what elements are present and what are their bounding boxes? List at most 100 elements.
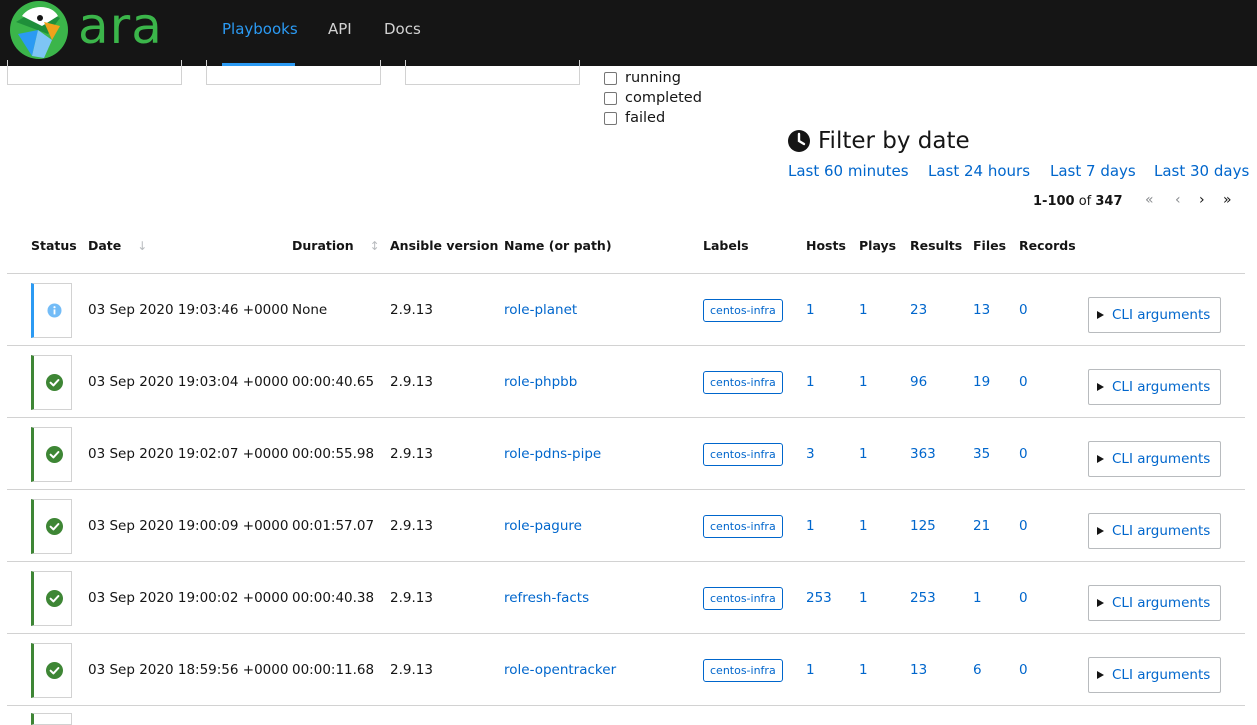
nav-docs[interactable]: Docs [384, 20, 421, 38]
cell-records-link[interactable]: 0 [1019, 346, 1028, 418]
cell-name-link[interactable]: role-phpbb [504, 346, 577, 418]
cell-files-link[interactable]: 6 [973, 634, 982, 706]
label-chip[interactable]: centos-infra [703, 370, 783, 394]
cell-ansible-version: 2.9.13 [390, 662, 433, 678]
cell-duration: 00:00:40.65 [292, 374, 375, 390]
caret-right-icon [1097, 527, 1104, 535]
header-duration[interactable]: Duration ↕ [292, 238, 380, 253]
status-filter-completed[interactable]: completed [604, 88, 702, 108]
status-indicator[interactable] [31, 643, 72, 698]
status-indicator[interactable] [31, 355, 72, 410]
cell-files-link[interactable]: 19 [973, 346, 990, 418]
check-circle-icon [46, 446, 63, 463]
label-chip[interactable]: centos-infra [703, 514, 783, 538]
cli-arguments-label: CLI arguments [1112, 523, 1211, 539]
cli-arguments-button[interactable]: CLI arguments [1088, 513, 1221, 549]
cell-plays-link[interactable]: 1 [859, 490, 868, 562]
previous-page-icon[interactable]: ‹ [1175, 192, 1181, 208]
running-checkbox[interactable] [604, 71, 617, 85]
cell-name-link[interactable]: role-pagure [504, 490, 582, 562]
failed-label: failed [625, 110, 666, 126]
cell-results-link[interactable]: 363 [910, 418, 936, 490]
cell-records-link[interactable]: 0 [1019, 490, 1028, 562]
cell-date: 03 Sep 2020 19:02:07 +0000 [88, 446, 289, 462]
cell-files-link[interactable]: 13 [973, 274, 990, 346]
date-last-30-days[interactable]: Last 30 days [1154, 162, 1249, 180]
nav-api[interactable]: API [328, 20, 352, 38]
header-date[interactable]: Date ↓ [88, 238, 147, 253]
date-last-60-minutes[interactable]: Last 60 minutes [788, 162, 909, 180]
cell-records-link[interactable]: 0 [1019, 562, 1028, 634]
cell-date: 03 Sep 2020 18:59:56 +0000 [88, 662, 289, 678]
cell-plays-link[interactable]: 1 [859, 346, 868, 418]
cell-files-link[interactable]: 1 [973, 562, 982, 634]
filter-input-2[interactable] [206, 60, 381, 85]
header-date-label: Date [88, 238, 122, 253]
cell-files-link[interactable]: 21 [973, 490, 990, 562]
failed-checkbox[interactable] [604, 111, 617, 125]
check-circle-icon [46, 662, 63, 679]
completed-checkbox[interactable] [604, 91, 617, 105]
cell-ansible-version: 2.9.13 [390, 446, 433, 462]
cell-hosts-link[interactable]: 253 [806, 562, 832, 634]
cell-records-link[interactable]: 0 [1019, 418, 1028, 490]
cell-results-link[interactable]: 96 [910, 346, 927, 418]
label-chip[interactable]: centos-infra [703, 658, 783, 682]
filter-input-1[interactable] [7, 60, 182, 85]
status-filter-failed[interactable]: failed [604, 108, 665, 128]
completed-label: completed [625, 90, 702, 106]
cell-date: 03 Sep 2020 19:00:02 +0000 [88, 590, 289, 606]
cli-arguments-button[interactable]: CLI arguments [1088, 585, 1221, 621]
sort-desc-icon[interactable]: ↓ [137, 239, 147, 253]
label-chip[interactable]: centos-infra [703, 298, 783, 322]
cli-arguments-button[interactable]: CLI arguments [1088, 297, 1221, 333]
status-indicator[interactable] [31, 571, 72, 626]
nav-playbooks[interactable]: Playbooks [222, 20, 298, 38]
cell-name-link[interactable]: role-pdns-pipe [504, 418, 601, 490]
cell-hosts-link[interactable]: 3 [806, 418, 815, 490]
cell-name-link[interactable]: role-planet [504, 274, 577, 346]
cli-arguments-button[interactable]: CLI arguments [1088, 657, 1221, 693]
cell-plays-link[interactable]: 1 [859, 418, 868, 490]
ara-logo[interactable] [8, 0, 70, 60]
cell-hosts-link[interactable]: 1 [806, 274, 815, 346]
cli-arguments-button[interactable]: CLI arguments [1088, 441, 1221, 477]
cell-ansible-version: 2.9.13 [390, 374, 433, 390]
label-chip[interactable]: centos-infra [703, 586, 783, 610]
label-chip[interactable]: centos-infra [703, 442, 783, 466]
cell-hosts-link[interactable]: 1 [806, 346, 815, 418]
cell-duration: 00:00:11.68 [292, 662, 375, 678]
status-indicator[interactable] [31, 283, 72, 338]
last-page-icon[interactable]: » [1223, 192, 1232, 208]
cell-records-link[interactable]: 0 [1019, 274, 1028, 346]
first-page-icon[interactable]: « [1145, 192, 1154, 208]
status-indicator[interactable] [31, 499, 72, 554]
cell-files-link[interactable]: 35 [973, 418, 990, 490]
cli-arguments-label: CLI arguments [1112, 379, 1211, 395]
cell-results-link[interactable]: 23 [910, 274, 927, 346]
date-last-7-days[interactable]: Last 7 days [1050, 162, 1136, 180]
cell-date: 03 Sep 2020 19:00:09 +0000 [88, 518, 289, 534]
cell-results-link[interactable]: 13 [910, 634, 927, 706]
cell-results-link[interactable]: 125 [910, 490, 936, 562]
cell-plays-link[interactable]: 1 [859, 274, 868, 346]
cell-name-link[interactable]: refresh-facts [504, 562, 589, 634]
date-last-24-hours[interactable]: Last 24 hours [928, 162, 1030, 180]
cli-arguments-label: CLI arguments [1112, 307, 1211, 323]
cell-hosts-link[interactable]: 1 [806, 490, 815, 562]
sort-icon[interactable]: ↕ [370, 239, 380, 253]
cell-results-link[interactable]: 253 [910, 562, 936, 634]
cli-arguments-button[interactable]: CLI arguments [1088, 369, 1221, 405]
caret-right-icon [1097, 455, 1104, 463]
filter-input-3[interactable] [405, 60, 580, 85]
cell-plays-link[interactable]: 1 [859, 634, 868, 706]
status-indicator[interactable] [31, 427, 72, 482]
cell-plays-link[interactable]: 1 [859, 562, 868, 634]
header-records: Records [1019, 238, 1076, 253]
cell-name-link[interactable]: role-opentracker [504, 634, 616, 706]
cell-hosts-link[interactable]: 1 [806, 634, 815, 706]
next-page-icon[interactable]: › [1199, 192, 1205, 208]
cell-records-link[interactable]: 0 [1019, 634, 1028, 706]
cli-arguments-label: CLI arguments [1112, 451, 1211, 467]
status-filter-running[interactable]: running [604, 68, 681, 88]
